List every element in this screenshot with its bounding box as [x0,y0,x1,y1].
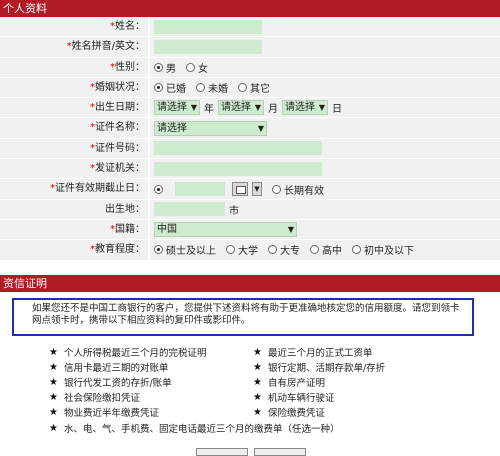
label-name: 姓名： [115,21,145,32]
radio-icon[interactable] [154,62,163,72]
issuer-input[interactable] [154,161,322,176]
name-input[interactable] [154,19,262,34]
education-option-university[interactable]: 大学 [226,242,258,257]
education-option-juniorhigh[interactable]: 初中及以下 [352,242,414,257]
star-icon: ★ [253,361,262,373]
radio-icon[interactable] [154,184,163,194]
radio-icon[interactable] [310,245,319,255]
star-icon: ★ [253,406,262,418]
radio-icon[interactable] [154,245,163,255]
star-icon: ★ [49,361,58,373]
personal-info-form: *姓名： *姓名拼音/英文： *性别： 男 女 *婚姻状况： 已婚 未婚 其它 … [0,17,500,261]
list-item: ★ 机动车辆行驶证 [253,391,335,405]
credit-proof-header: 资信证明 [0,275,500,292]
list-item: ★ 银行代发工资的存折/账单 [49,376,172,390]
star-icon: ★ [49,376,58,388]
row-gender: *性别： 男 女 [0,57,500,78]
row-nationality: *国籍： 中国 ▼ [0,219,500,241]
row-birthday: *出生日期： 请选择 ▼ 年 请选择 ▼ 月 请选择 ▼ 日 [0,98,500,119]
education-option-highschool[interactable]: 高中 [310,242,342,257]
birth-day-select[interactable]: 请选择 ▼ [282,100,328,116]
radio-icon[interactable] [272,184,281,194]
education-option-master[interactable]: 硕士及以上 [154,242,216,257]
list-item: ★ 物业费近半年缴费凭证 [49,406,159,420]
section-title: 个人资料 [3,2,47,15]
row-education: *教育程度： 硕士及以上 大学 大专 高中 初中及以下 [0,240,500,261]
marital-option-other[interactable]: 其它 [238,80,270,95]
chevron-down-icon: ▼ [257,123,264,133]
birthplace-input[interactable] [154,202,225,217]
label-id-number: 证件号码： [95,142,145,154]
chevron-down-icon: ▼ [190,103,197,113]
row-marital: *婚姻状况： 已婚 未婚 其它 [0,77,500,99]
chevron-down-icon: ▼ [287,225,294,235]
pinyin-input[interactable] [154,39,262,54]
label-pinyin: 姓名拼音/英文： [71,41,145,53]
label-id-expiry: 证件有效期截止日： [55,183,145,195]
credit-notice: 如果您还不是中国工商银行的客户，您提供下述资料将有助于更准确地核定您的信用额度。… [12,298,474,336]
submit-button[interactable] [196,448,248,456]
row-name: *姓名： [0,17,500,38]
list-item: ★ 自有房产证明 [253,376,325,390]
label-birthplace: 出生地： [105,203,145,215]
expiry-date-input[interactable] [175,182,225,197]
radio-icon[interactable] [268,245,277,255]
radio-icon[interactable] [154,83,163,93]
list-item: ★ 最近三个月的正式工资单 [253,346,373,360]
label-birthday: 出生日期： [95,102,145,114]
label-issuer: 发证机关： [95,163,145,175]
gender-option-female[interactable]: 女 [186,60,208,75]
star-icon: ★ [253,391,262,403]
nationality-select[interactable]: 中国 ▼ [154,222,297,238]
marital-option-single[interactable]: 未婚 [196,80,228,95]
education-option-college[interactable]: 大专 [268,242,300,257]
chevron-down-icon[interactable]: ▼ [252,182,262,197]
label-id-type: 证件名称： [95,122,145,134]
birth-month-select[interactable]: 请选择 ▼ [218,100,264,116]
star-icon: ★ [49,406,58,418]
star-icon: ★ [253,346,262,358]
star-icon: ★ [253,376,262,388]
gender-option-male[interactable]: 男 [154,60,176,75]
label-marital: 婚姻状况： [95,81,145,93]
label-education: 教育程度： [95,244,145,256]
row-birthplace: 出生地： 市 [0,199,500,220]
list-item: ★ 保险缴费凭证 [253,406,325,420]
list-item: ★ 水、电、气、手机费、固定电话最近三个月的缴费单（任选一种） [49,422,340,436]
row-id-type: *证件名称： 请选择 ▼ [0,118,500,139]
star-icon: ★ [49,346,58,358]
row-id-number: *证件号码： [0,138,500,160]
radio-icon[interactable] [186,62,195,72]
id-type-select[interactable]: 请选择 ▼ [154,120,267,136]
long-term-option[interactable]: 长期有效 [272,182,324,197]
calendar-icon[interactable] [232,182,248,197]
birth-year-select[interactable]: 请选择 ▼ [154,100,200,116]
marital-option-married[interactable]: 已婚 [154,80,186,95]
chevron-down-icon: ▼ [318,103,325,113]
section-title: 资信证明 [3,277,47,290]
label-nationality: 国籍： [115,223,145,235]
reset-button[interactable] [254,448,306,456]
list-item: ★ 银行定期、活期存款单/存折 [253,361,386,375]
radio-icon[interactable] [238,83,247,93]
chevron-down-icon: ▼ [254,103,261,113]
id-number-input[interactable] [154,141,322,156]
label-gender: 性别： [115,61,145,73]
radio-icon[interactable] [352,245,361,255]
row-pinyin: *姓名拼音/英文： [0,37,500,58]
radio-icon[interactable] [196,83,205,93]
radio-icon[interactable] [226,245,235,255]
star-icon: ★ [49,391,58,403]
personal-info-header: 个人资料 [0,0,500,17]
list-item: ★ 信用卡最近三期的对账单 [49,361,169,375]
list-item: ★ 社会保险缴扣凭证 [49,391,140,405]
row-id-expiry: *证件有效期截止日： ▼ 长期有效 [0,179,500,200]
star-icon: ★ [49,422,58,434]
list-item: ★ 个人所得税最近三个月的完税证明 [49,346,207,360]
row-issuer: *发证机关： [0,159,500,180]
